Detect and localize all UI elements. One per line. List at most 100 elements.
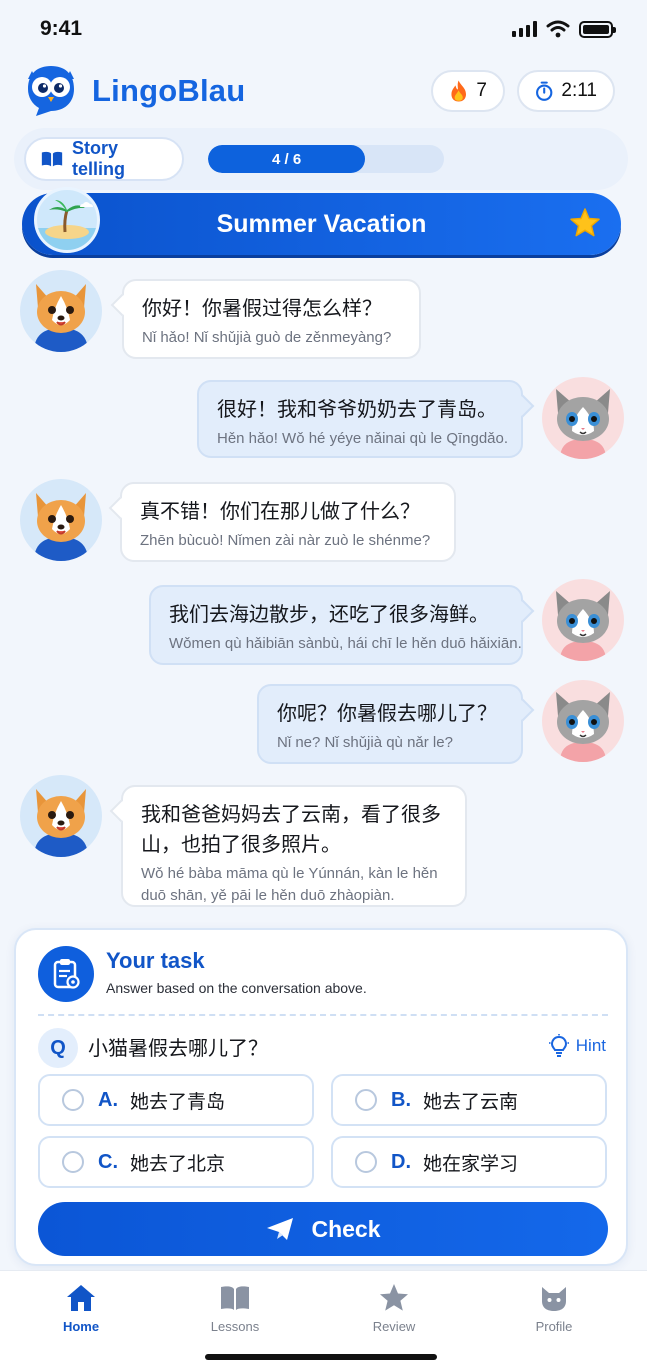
message-pinyin: Wǒmen qù hǎibiān sànbù, hái chī le hěn d… [169, 635, 522, 652]
message-pinyin: Hěn hǎo! Wǒ hé yéye nǎinai qù le Qīngdǎo… [217, 430, 509, 447]
radio-button[interactable] [62, 1089, 84, 1111]
corgi-avatar-icon [34, 493, 88, 561]
radio-button[interactable] [355, 1089, 377, 1111]
answer-option-b[interactable]: B. 她去了云南 [331, 1074, 607, 1126]
message-pinyin: Zhēn bùcuò! Nǐmen zài nàr zuò le shénme? [140, 532, 431, 549]
task-card: Your task Answer based on the conversati… [14, 928, 628, 1266]
tab-review[interactable]: Review [344, 1283, 444, 1334]
hint-label: Hint [575, 1036, 606, 1055]
streak-pill[interactable]: 7 [431, 70, 505, 112]
story-title: Summer Vacation [216, 209, 427, 238]
corgi-avatar-icon [34, 789, 88, 857]
star-icon [380, 1284, 408, 1311]
dog-avatar [20, 775, 102, 857]
option-text: 她去了青岛 [130, 1090, 226, 1113]
dog-avatar [20, 270, 102, 352]
owl-logo-icon [28, 66, 74, 116]
option-text: 她去了云南 [423, 1090, 519, 1113]
story-title-banner: Summer Vacation [22, 187, 621, 255]
check-button[interactable]: Check [38, 1202, 608, 1256]
message-pinyin: Wǒ hé bàba māma qù le Yúnnán, kàn le hěn… [141, 865, 438, 904]
kitten-avatar-icon [556, 389, 610, 459]
tab-home[interactable]: Home [31, 1283, 131, 1334]
cat-avatar [542, 579, 624, 661]
kitten-avatar-icon [556, 692, 610, 762]
lesson-progress-bar: 4 / 6 [208, 145, 444, 173]
message-bubble: 你呢？你暑假去哪儿了？ Nǐ ne? Nǐ shǔjià qù nǎr le? [257, 684, 523, 764]
app-header: LingoBlau 7 2:11 [0, 58, 647, 124]
home-icon [67, 1285, 95, 1311]
stopwatch-icon [536, 81, 553, 101]
divider [38, 1014, 608, 1016]
timer-pill[interactable]: 2:11 [517, 70, 615, 112]
option-letter: C. [98, 1150, 118, 1173]
message-chinese: 我和爸爸妈妈去了云南，看了很多山，也拍了很多照片。 [141, 802, 441, 856]
battery-icon [579, 20, 616, 38]
answer-option-d[interactable]: D. 她在家学习 [331, 1136, 607, 1188]
option-text: 她去了北京 [130, 1152, 226, 1175]
option-letter: B. [391, 1088, 411, 1111]
task-title: Your task [106, 948, 205, 973]
message-chinese: 我们去海边散步，还吃了很多海鲜。 [169, 602, 489, 626]
fire-icon [451, 80, 466, 102]
send-icon [267, 1218, 294, 1240]
dog-avatar [20, 479, 102, 561]
story-telling-chip[interactable]: Story telling [24, 137, 184, 181]
option-letter: A. [98, 1088, 118, 1111]
favorite-star-icon[interactable] [569, 207, 601, 239]
tab-label: Review [372, 1319, 416, 1334]
corgi-avatar-icon [34, 284, 88, 352]
cat-avatar [542, 680, 624, 762]
check-label: Check [311, 1215, 381, 1242]
message-pinyin: Nǐ hǎo! Nǐ shǔjià guò de zěnmeyàng? [142, 329, 392, 346]
island-thumbnail [34, 187, 100, 253]
question-badge: Q [38, 1028, 78, 1068]
option-letter: D. [391, 1150, 411, 1173]
task-subtitle: Answer based on the conversation above. [106, 980, 367, 996]
tab-lessons[interactable]: Lessons [185, 1283, 285, 1334]
cat-avatar [542, 377, 624, 459]
radio-button[interactable] [355, 1151, 377, 1173]
question-text: 小猫暑假去哪儿了？ [88, 1036, 268, 1060]
radio-button[interactable] [62, 1151, 84, 1173]
message-bubble: 我们去海边散步，还吃了很多海鲜。 Wǒmen qù hǎibiān sànbù,… [149, 585, 523, 665]
message-chinese: 真不错！你们在那儿做了什么？ [140, 499, 420, 523]
island-icon [37, 200, 97, 250]
answer-option-c[interactable]: C. 她去了北京 [38, 1136, 314, 1188]
book-icon [221, 1286, 249, 1310]
clipboard-icon [38, 946, 94, 1002]
option-text: 她在家学习 [423, 1152, 519, 1175]
message-bubble: 我和爸爸妈妈去了云南，看了很多山，也拍了很多照片。 Wǒ hé bàba mām… [121, 785, 467, 907]
message-chinese: 很好！我和爷爷奶奶去了青岛。 [217, 397, 497, 421]
wifi-icon [546, 20, 570, 38]
app-name: LingoBlau [92, 73, 246, 108]
kitten-avatar-icon [556, 591, 610, 661]
tab-label: Home [62, 1319, 100, 1334]
mode-label: Story telling [72, 138, 125, 179]
message-bubble: 真不错！你们在那儿做了什么？ Zhēn bùcuò! Nǐmen zài nàr… [120, 482, 456, 562]
status-time: 9:41 [40, 17, 83, 40]
home-indicator [205, 1354, 437, 1360]
book-icon [41, 151, 63, 167]
tab-profile[interactable]: Profile [504, 1283, 604, 1334]
bottom-tab-bar: Home Lessons Review Profile [0, 1270, 647, 1367]
logo: LingoBlau [22, 63, 245, 119]
lightbulb-icon [548, 1034, 569, 1057]
timer-value: 2:11 [561, 80, 597, 101]
message-chinese: 你呢？你暑假去哪儿了？ [277, 701, 497, 725]
tab-label: Lessons [210, 1319, 260, 1334]
cat-face-icon [542, 1287, 566, 1311]
status-bar: 9:41 [0, 0, 647, 58]
streak-count: 7 [476, 80, 487, 101]
message-pinyin: Nǐ ne? Nǐ shǔjià qù nǎr le? [277, 734, 453, 751]
message-bubble: 你好！你暑假过得怎么样？ Nǐ hǎo! Nǐ shǔjià guò de zě… [122, 279, 421, 359]
tab-label: Profile [535, 1319, 573, 1334]
answer-option-a[interactable]: A. 她去了青岛 [38, 1074, 314, 1126]
message-chinese: 你好！你暑假过得怎么样？ [142, 296, 382, 320]
message-bubble: 很好！我和爷爷奶奶去了青岛。 Hěn hǎo! Wǒ hé yéye nǎina… [197, 380, 523, 458]
lesson-bar: Story telling 4 / 6 [14, 128, 628, 190]
progress-text: 4 / 6 [271, 150, 302, 168]
hint-button[interactable]: Hint [548, 1034, 606, 1058]
status-icons [512, 20, 616, 38]
signal-icon [512, 21, 537, 37]
